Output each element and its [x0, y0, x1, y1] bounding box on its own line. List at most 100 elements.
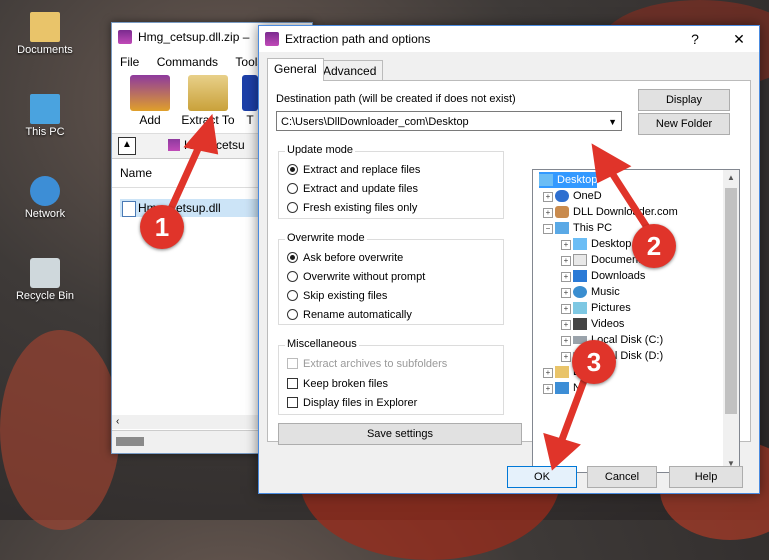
- user-icon: [555, 206, 569, 218]
- tree-node-this-pc[interactable]: This PC: [555, 220, 612, 236]
- folder-tree[interactable]: Desktop + OneD + DLL Downloader.com − Th…: [532, 169, 740, 473]
- close-icon[interactable]: ✕: [721, 26, 757, 52]
- radio-button[interactable]: [287, 309, 298, 320]
- destination-label: Destination path (will be created if doe…: [276, 93, 516, 105]
- miscellaneous-group: Miscellaneous Extract archives to subfol…: [278, 338, 504, 415]
- extract-to-button[interactable]: Extract To: [178, 75, 238, 127]
- computer-icon: [555, 222, 569, 234]
- network-icon: [555, 382, 569, 394]
- desktop-icon: [573, 238, 587, 250]
- desktop-icon-label: Documents: [17, 44, 73, 56]
- radio-button[interactable]: [287, 202, 298, 213]
- radio-rename-automatically[interactable]: Rename automatically: [287, 307, 412, 323]
- expand-icon[interactable]: +: [561, 272, 571, 282]
- checkbox[interactable]: [287, 358, 298, 369]
- pictures-icon: [573, 302, 587, 314]
- expand-icon[interactable]: +: [561, 304, 571, 314]
- menu-commands[interactable]: Commands: [157, 55, 218, 69]
- checkbox-extract-to-subfolders[interactable]: Extract archives to subfolders: [287, 356, 447, 372]
- tree-node-pictures[interactable]: Pictures: [573, 300, 631, 316]
- expand-icon[interactable]: +: [543, 384, 553, 394]
- background-foliage: [0, 330, 120, 530]
- option-label: Extract and replace files: [303, 164, 421, 176]
- checkbox[interactable]: [287, 397, 298, 408]
- tree-vertical-scrollbar[interactable]: ▲ ▼: [723, 170, 739, 472]
- tree-node-downloads[interactable]: Downloads: [573, 268, 645, 284]
- tree-node-music[interactable]: Music: [573, 284, 620, 300]
- computer-icon: [30, 94, 60, 124]
- tree-node-network[interactable]: N: [555, 380, 581, 396]
- destination-path-combo[interactable]: C:\Users\DllDownloader_com\Desktop ▼: [276, 111, 622, 131]
- cloud-icon: [555, 190, 569, 202]
- ok-button[interactable]: OK: [507, 466, 577, 488]
- collapse-icon[interactable]: −: [543, 224, 553, 234]
- film-icon: [573, 318, 587, 330]
- help-title-button[interactable]: ?: [677, 26, 713, 52]
- radio-extract-update[interactable]: Extract and update files: [287, 181, 418, 197]
- radio-extract-replace[interactable]: Extract and replace files: [287, 162, 420, 178]
- expand-icon[interactable]: +: [561, 336, 571, 346]
- new-folder-button[interactable]: New Folder: [638, 113, 730, 135]
- tab-general[interactable]: General: [267, 58, 324, 81]
- menu-file[interactable]: File: [120, 55, 139, 69]
- save-settings-button[interactable]: Save settings: [278, 423, 522, 445]
- radio-overwrite-without-prompt[interactable]: Overwrite without prompt: [287, 269, 425, 285]
- desktop-icon-this-pc[interactable]: This PC: [10, 94, 80, 138]
- help-button[interactable]: Help: [669, 466, 743, 488]
- folder-documents-icon: [30, 12, 60, 42]
- test-label: T: [246, 113, 254, 127]
- checkbox-display-in-explorer[interactable]: Display files in Explorer: [287, 395, 417, 411]
- expand-icon[interactable]: +: [543, 368, 553, 378]
- radio-button[interactable]: [287, 183, 298, 194]
- radio-ask-before-overwrite[interactable]: Ask before overwrite: [287, 250, 403, 266]
- tree-node-onedrive[interactable]: OneD: [555, 188, 602, 204]
- scroll-thumb[interactable]: [725, 188, 737, 414]
- radio-skip-existing[interactable]: Skip existing files: [287, 288, 387, 304]
- test-button[interactable]: T: [240, 75, 260, 127]
- expand-icon[interactable]: +: [561, 352, 571, 362]
- desktop-icon-recycle-bin[interactable]: Recycle Bin: [10, 258, 80, 302]
- tree-node-pc-desktop[interactable]: Desktop: [573, 236, 631, 252]
- tree-label: DLL Downloader.com: [573, 206, 678, 218]
- scroll-up-icon[interactable]: ▲: [723, 170, 739, 186]
- tree-node-desktop[interactable]: Desktop: [539, 172, 598, 188]
- tree-label: Downloads: [591, 270, 646, 282]
- radio-button[interactable]: [287, 290, 298, 301]
- radio-fresh-existing[interactable]: Fresh existing files only: [287, 200, 417, 216]
- dialog-title-bar: Extraction path and options ? ✕: [259, 26, 759, 52]
- expand-icon[interactable]: +: [561, 288, 571, 298]
- radio-button[interactable]: [287, 252, 298, 263]
- add-button[interactable]: Add: [120, 75, 180, 127]
- expand-icon[interactable]: +: [543, 208, 553, 218]
- tree-label: Desktop: [591, 238, 632, 250]
- checkbox-keep-broken-files[interactable]: Keep broken files: [287, 376, 388, 392]
- expand-icon[interactable]: +: [543, 192, 553, 202]
- tree-label: N: [573, 382, 581, 394]
- tree-label: Desktop: [557, 174, 598, 186]
- desktop-icon-label: Network: [24, 208, 66, 220]
- desktop-icon: [539, 174, 553, 186]
- expand-icon[interactable]: +: [561, 320, 571, 330]
- tree-node-videos[interactable]: Videos: [573, 316, 624, 332]
- radio-button[interactable]: [287, 164, 298, 175]
- cancel-button[interactable]: Cancel: [587, 466, 657, 488]
- expand-icon[interactable]: +: [561, 240, 571, 250]
- tree-label: This PC: [573, 222, 613, 234]
- desktop-icon-network[interactable]: Network: [10, 176, 80, 220]
- radio-button[interactable]: [287, 271, 298, 282]
- option-label: Extract and update files: [303, 183, 418, 195]
- display-button[interactable]: Display: [638, 89, 730, 111]
- expand-icon[interactable]: +: [561, 256, 571, 266]
- extract-folder-icon: [188, 75, 228, 111]
- option-label: Rename automatically: [303, 309, 412, 321]
- checkbox[interactable]: [287, 378, 298, 389]
- library-icon: [555, 366, 569, 378]
- tree-label: Pictures: [591, 302, 631, 314]
- tab-advanced[interactable]: Advanced: [316, 60, 384, 81]
- chevron-down-icon[interactable]: ▼: [608, 112, 617, 132]
- overwrite-mode-group: Overwrite mode Ask before overwrite Over…: [278, 232, 504, 325]
- up-folder-icon[interactable]: ▲: [118, 137, 136, 155]
- tree-node-user[interactable]: DLL Downloader.com: [555, 204, 678, 220]
- tree-label: OneD: [573, 190, 602, 202]
- desktop-icon-documents[interactable]: Documents: [10, 12, 80, 56]
